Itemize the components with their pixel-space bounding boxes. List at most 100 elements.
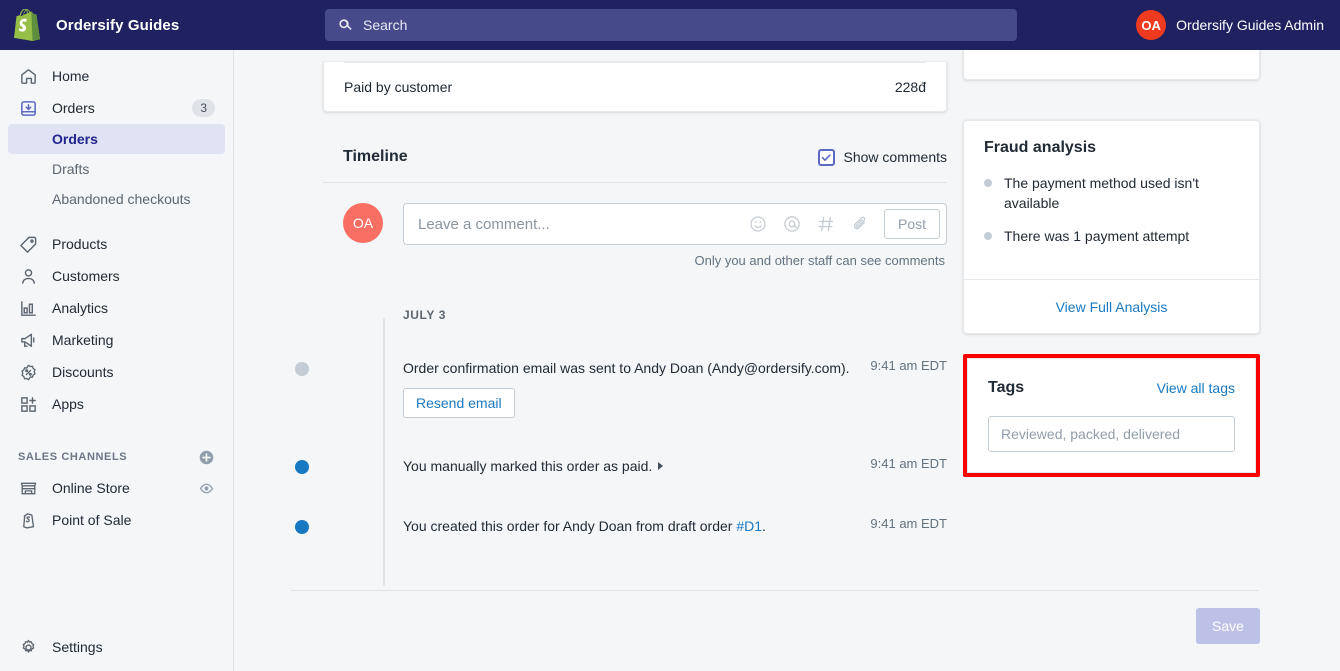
sidebar-item-label: Customers — [52, 268, 120, 284]
sidebar-item-online-store[interactable]: Online Store — [8, 472, 225, 504]
fraud-analysis-item-text: There was 1 payment attempt — [1004, 228, 1190, 244]
hashtag-icon[interactable] — [816, 214, 836, 234]
sales-channels-title: SALES CHANNELS — [18, 451, 128, 463]
sidebar-subitem-label: Drafts — [52, 161, 90, 177]
fraud-analysis-card: Fraud analysis The payment method used i… — [963, 120, 1260, 334]
comment-composer: OA Leave a comment... Post Only you and … — [323, 183, 947, 268]
composer-icons — [748, 214, 884, 234]
timeline-entry-text-suffix: . — [762, 518, 766, 534]
list-item: The payment method used isn't available — [984, 173, 1239, 213]
sidebar-item-apps[interactable]: Apps — [8, 388, 225, 420]
brand-home-link[interactable]: Ordersify Guides — [0, 0, 234, 50]
tags-input[interactable] — [988, 416, 1235, 452]
bullet-icon — [984, 179, 992, 187]
sidebar-item-label: Analytics — [52, 300, 109, 316]
timeline-entry: You created this order for Andy Doan fro… — [295, 516, 947, 544]
view-full-analysis-label: View Full Analysis — [1055, 298, 1168, 315]
main-content: Paid by customer 228đ Timeline Show comm… — [235, 50, 1340, 671]
mention-at-icon[interactable] — [782, 214, 802, 234]
sales-channels-header: SALES CHANNELS — [8, 442, 225, 472]
caret-right-icon[interactable] — [658, 462, 664, 470]
sidebar-subitem-orders[interactable]: Orders — [8, 124, 225, 154]
settings-row: Settings — [0, 631, 234, 663]
sidebar-subitem-label: Abandoned checkouts — [52, 191, 191, 207]
save-button[interactable]: Save — [1196, 608, 1260, 644]
comment-placeholder: Leave a comment... — [418, 215, 550, 233]
person-icon — [18, 266, 38, 286]
order-main-column: Paid by customer 228đ Timeline Show comm… — [295, 50, 947, 586]
percent-badge-icon — [18, 362, 38, 382]
footer-divider — [291, 590, 1259, 591]
timeline-title: Timeline — [343, 148, 408, 165]
sidebar-item-discounts[interactable]: Discounts — [8, 356, 225, 388]
tags-body: Tags View all tags — [968, 359, 1255, 472]
paid-by-customer-label: Paid by customer — [344, 79, 453, 95]
tag-icon — [18, 234, 38, 254]
view-full-analysis-link[interactable]: View Full Analysis — [964, 279, 1259, 333]
timeline-date-heading: JULY 3 — [403, 308, 446, 322]
search-input[interactable]: Search — [325, 9, 1017, 41]
sidebar-item-marketing[interactable]: Marketing — [8, 324, 225, 356]
pos-bag-icon — [18, 510, 38, 530]
tags-card: Tags View all tags — [967, 358, 1256, 473]
sidebar-item-label: Online Store — [52, 480, 130, 496]
comment-input[interactable]: Leave a comment... Post — [403, 203, 947, 245]
search-placeholder: Search — [363, 17, 408, 33]
sidebar-item-orders[interactable]: Orders 3 — [8, 92, 225, 124]
home-icon — [18, 66, 38, 86]
sidebar-item-label: Apps — [52, 396, 84, 412]
sidebar-subitem-label: Orders — [52, 131, 98, 147]
timeline-entry-text: You created this order for Andy Doan fro… — [403, 518, 737, 534]
sidebar-item-settings[interactable]: Settings — [8, 631, 226, 663]
timeline-entry-time: 9:41 am EDT — [870, 456, 947, 471]
sidebar-item-analytics[interactable]: Analytics — [8, 292, 225, 324]
paperclip-icon[interactable] — [850, 214, 870, 234]
timeline-dot-icon — [295, 460, 309, 474]
orders-subnav: Orders Drafts Abandoned checkouts — [8, 124, 225, 214]
sidebar-item-label: Point of Sale — [52, 512, 132, 528]
paid-by-customer-row: Paid by customer 228đ — [344, 63, 926, 111]
search-icon — [337, 17, 353, 33]
avatar: OA — [1136, 10, 1167, 40]
megaphone-icon — [18, 330, 38, 350]
bar-chart-icon — [18, 298, 38, 318]
global-search[interactable]: Search — [325, 9, 1017, 41]
user-menu[interactable]: OA Ordersify Guides Admin — [1130, 9, 1330, 41]
tags-card-highlight: Tags View all tags — [963, 354, 1260, 477]
draft-order-link[interactable]: #D1 — [736, 518, 762, 534]
view-all-tags-link[interactable]: View all tags — [1157, 380, 1235, 396]
fraud-analysis-list: The payment method used isn't available … — [984, 173, 1239, 246]
gear-icon — [18, 637, 38, 657]
resend-email-button[interactable]: Resend email — [403, 388, 515, 418]
timeline-entry-text: You manually marked this order as paid. — [403, 458, 653, 474]
fraud-analysis-body: Fraud analysis The payment method used i… — [964, 121, 1259, 279]
show-comments-checkbox[interactable] — [817, 148, 835, 166]
emoji-smiley-icon[interactable] — [748, 214, 768, 234]
timeline-group: JULY 3 Order confirmation email was sent… — [295, 268, 947, 544]
plus-circle-icon[interactable] — [198, 449, 215, 466]
post-comment-button[interactable]: Post — [883, 209, 940, 239]
timeline-entry-time: 9:41 am EDT — [870, 358, 947, 373]
sidebar-item-products[interactable]: Products — [8, 228, 225, 260]
bullet-icon — [984, 232, 992, 240]
fraud-analysis-title: Fraud analysis — [984, 139, 1097, 156]
timeline-dot-icon — [295, 520, 309, 534]
tags-header: Tags View all tags — [988, 379, 1235, 397]
order-side-column: Fraud analysis The payment method used i… — [963, 50, 1260, 477]
timeline-entry: Order confirmation email was sent to And… — [295, 358, 947, 418]
checkmark-icon — [821, 153, 831, 161]
sidebar-subitem-drafts[interactable]: Drafts — [8, 154, 225, 184]
partial-card-above — [963, 50, 1260, 80]
sidebar-item-home[interactable]: Home — [8, 60, 225, 92]
sidebar-item-point-of-sale[interactable]: Point of Sale — [8, 504, 225, 536]
comment-privacy-note: Only you and other staff can see comment… — [694, 253, 945, 268]
eye-icon[interactable] — [198, 480, 215, 497]
shopify-bag-icon — [14, 8, 44, 41]
orders-inbox-icon — [18, 98, 38, 118]
sidebar-item-label: Orders — [52, 100, 95, 116]
sidebar-item-customers[interactable]: Customers — [8, 260, 225, 292]
sidebar-subitem-abandoned-checkouts[interactable]: Abandoned checkouts — [8, 184, 225, 214]
show-comments-toggle[interactable]: Show comments — [817, 148, 947, 166]
timeline-entry-text: Order confirmation email was sent to And… — [403, 360, 850, 376]
sidebar-item-label: Discounts — [52, 364, 114, 380]
